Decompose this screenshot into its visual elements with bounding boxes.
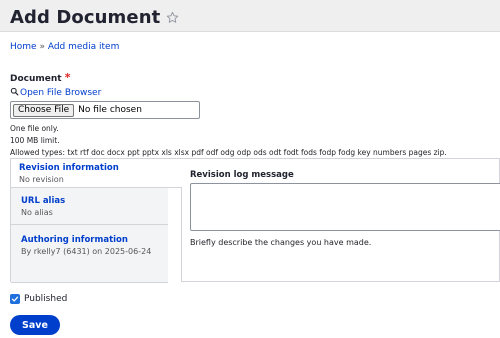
star-outline-icon[interactable] [166,11,179,24]
revision-log-label: Revision log message [190,170,294,180]
file-input[interactable]: Choose File No file chosen [10,101,200,119]
document-label: Document [10,74,62,84]
page-title: Add Document [10,7,161,28]
checkmark-icon [11,296,19,302]
published-checkbox[interactable] [10,294,20,304]
tab-revision-information[interactable]: Revision information No revision [10,158,182,188]
published-label[interactable]: Published [24,294,67,304]
revision-log-textarea[interactable] [190,183,500,231]
breadcrumb-current-link[interactable]: Add media item [48,42,120,52]
tab-authoring-title[interactable]: Authoring information [21,235,158,245]
tab-url-alias[interactable]: URL alias No alias [11,188,168,225]
breadcrumb-separator: » [39,42,45,52]
revision-log-description: Briefly describe the changes you have ma… [190,238,372,247]
magnifier-icon [10,87,19,99]
required-marker: * [64,71,71,84]
tab-revision-summary: No revision [19,175,64,184]
tab-authoring-information[interactable]: Authoring information By rkelly7 (6431) … [11,225,168,283]
tab-authoring-summary: By rkelly7 (6431) on 2025-06-24 [21,247,152,256]
save-button[interactable]: Save [10,315,60,335]
main-content: Home » Add media item Document * Open Fi… [0,42,500,159]
tab-url-alias-title[interactable]: URL alias [21,196,158,206]
open-file-browser-row: Open File Browser [10,87,490,99]
tab-revision-title[interactable]: Revision information [19,163,172,173]
page-header: Add Document [0,0,500,32]
file-description-one-file: One file only. [10,124,59,133]
open-file-browser-link[interactable]: Open File Browser [20,88,101,98]
published-row: Published [10,294,67,304]
file-description-size-limit: 100 MB limit. [10,136,60,145]
tab-url-alias-summary: No alias [21,208,53,217]
breadcrumb: Home » Add media item [10,42,490,52]
revision-pane: Revision log message Briefly describe th… [181,158,500,282]
no-file-chosen-text: No file chosen [78,105,142,115]
choose-file-button[interactable]: Choose File [13,103,75,117]
breadcrumb-home-link[interactable]: Home [10,42,37,52]
document-label-row: Document * [10,71,490,84]
vertical-tabs: URL alias No alias Authoring information… [10,158,500,283]
